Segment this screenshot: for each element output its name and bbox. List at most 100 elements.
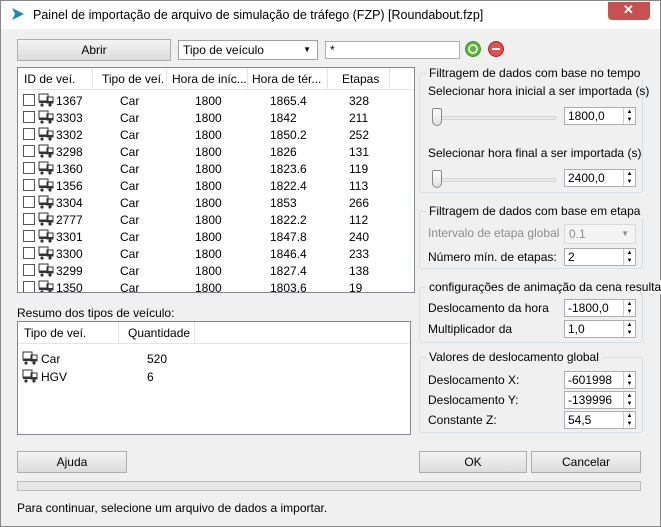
spin-arrows-icon[interactable]: ▲ ▼ (623, 412, 635, 428)
vehicle-steps: 233 (349, 247, 370, 261)
ok-button[interactable]: OK (419, 451, 527, 473)
offset-x-value: -601998 (568, 373, 613, 387)
vehicle-type: Car (120, 196, 140, 210)
spin-arrows-icon[interactable]: ▲ ▼ (623, 249, 635, 265)
multiplier-spinner[interactable]: 1,0 ▲ ▼ (564, 320, 636, 338)
summary-count: 520 (147, 352, 168, 366)
spin-arrows-icon[interactable]: ▲ ▼ (623, 300, 635, 316)
vehicle-type-selected: Tipo de veículo (183, 43, 264, 57)
row-checkbox[interactable] (23, 145, 35, 157)
column-header-steps[interactable]: Etapas (342, 72, 386, 86)
chevron-down-icon: ▼ (303, 45, 311, 54)
spin-arrows-icon[interactable]: ▲ ▼ (623, 321, 635, 337)
vehicle-end-time: 1842 (270, 111, 297, 125)
summary-header-count[interactable]: Quantidade (128, 326, 190, 340)
vehicle-start-time: 1800 (195, 179, 222, 193)
offset-x-spinner[interactable]: -601998 ▲ ▼ (564, 371, 636, 389)
summary-list[interactable]: Tipo de veí. Quantidade Car 520 HGV 6 (17, 321, 411, 435)
import-progress-bar (17, 481, 641, 491)
vehicle-id: 3304 (56, 196, 83, 210)
constant-z-spinner[interactable]: 54,5 ▲ ▼ (564, 411, 636, 429)
start-time-slider-track[interactable] (434, 116, 556, 120)
start-time-slider-thumb[interactable] (432, 108, 442, 126)
vehicle-end-time: 1846.4 (270, 247, 307, 261)
table-row[interactable]: 1360 Car 1800 1823.6 119 (18, 160, 414, 177)
vehicle-steps: 138 (349, 264, 370, 278)
vehicle-start-time: 1800 (195, 111, 222, 125)
min-steps-spinner[interactable]: 2 ▲ ▼ (564, 248, 636, 266)
offset-y-label: Deslocamento Y: (428, 393, 519, 407)
vehicle-steps: 211 (349, 111, 369, 125)
multiplier-label: Multiplicador da (428, 322, 513, 336)
column-header-start[interactable]: Hora de iníc... (172, 72, 246, 86)
time-offset-spinner[interactable]: -1800,0 ▲ ▼ (564, 299, 636, 317)
row-checkbox[interactable] (23, 247, 35, 259)
min-steps-label: Número mín. de etapas: (428, 250, 557, 264)
table-row[interactable]: 3299 Car 1800 1827.4 138 (18, 262, 414, 279)
vehicle-steps: 252 (349, 128, 370, 142)
end-time-slider-track[interactable] (434, 178, 556, 182)
vehicle-icon (38, 110, 54, 124)
remove-filter-icon[interactable] (488, 41, 504, 57)
column-header-type[interactable]: Tipo de veí. (102, 72, 168, 86)
vehicle-list[interactable]: ID de veí. Tipo de veí. Hora de iníc... … (17, 67, 415, 293)
summary-row[interactable]: HGV 6 (18, 368, 410, 385)
add-filter-icon[interactable] (465, 41, 481, 57)
offset-y-value: -139996 (568, 393, 613, 407)
vehicle-id: 3298 (56, 145, 83, 159)
row-checkbox[interactable] (23, 179, 35, 191)
row-checkbox[interactable] (23, 111, 35, 123)
table-row[interactable]: 1356 Car 1800 1822.4 113 (18, 177, 414, 194)
vehicle-type: Car (120, 162, 140, 176)
step-interval-value: 0.1 (569, 227, 586, 241)
row-checkbox[interactable] (23, 213, 35, 225)
vehicle-start-time: 1800 (195, 230, 222, 244)
vehicle-icon (38, 178, 54, 192)
filter-input[interactable]: * (325, 41, 460, 59)
table-row[interactable]: 3298 Car 1800 1826 131 (18, 143, 414, 160)
table-row[interactable]: 3301 Car 1800 1847.8 240 (18, 228, 414, 245)
table-row[interactable]: 3302 Car 1800 1850.2 252 (18, 126, 414, 143)
row-checkbox[interactable] (23, 94, 35, 106)
table-row[interactable]: 3304 Car 1800 1853 266 (18, 194, 414, 211)
row-checkbox[interactable] (23, 128, 35, 140)
summary-row[interactable]: Car 520 (18, 350, 410, 367)
start-time-spinner[interactable]: 1800,0 ▲ ▼ (564, 107, 636, 125)
column-header-id[interactable]: ID de veí. (24, 72, 88, 86)
step-interval-label: Intervalo de etapa global (428, 226, 560, 240)
table-row[interactable]: 2777 Car 1800 1822.2 112 (18, 211, 414, 228)
row-checkbox[interactable] (23, 230, 35, 242)
step-interval-dropdown[interactable]: 0.1 ▼ (564, 224, 636, 244)
vehicle-type: Car (120, 281, 140, 293)
open-button[interactable]: Abrir (17, 39, 171, 61)
spin-arrows-icon[interactable]: ▲ ▼ (623, 170, 635, 186)
column-header-end[interactable]: Hora de tér... (252, 72, 326, 86)
vehicle-end-time: 1803.6 (270, 281, 307, 293)
help-button[interactable]: Ajuda (17, 451, 127, 473)
spin-arrows-icon[interactable]: ▲ ▼ (623, 108, 635, 124)
row-checkbox[interactable] (23, 264, 35, 276)
vehicle-type: Car (120, 247, 140, 261)
row-checkbox[interactable] (23, 281, 35, 292)
table-row[interactable]: 3303 Car 1800 1842 211 (18, 109, 414, 126)
vehicle-icon (38, 144, 54, 158)
vehicle-type: Car (120, 179, 140, 193)
cancel-button[interactable]: Cancelar (531, 451, 641, 473)
vehicle-type-dropdown[interactable]: Tipo de veículo ▼ (178, 40, 318, 60)
table-row[interactable]: 1350 Car 1800 1803.6 19 (18, 279, 414, 293)
row-checkbox[interactable] (23, 162, 35, 174)
end-time-slider-thumb[interactable] (432, 170, 442, 188)
row-checkbox[interactable] (23, 196, 35, 208)
vehicle-id: 3303 (56, 111, 83, 125)
time-filter-group: Filtragem de dados com base no tempo Sel… (419, 66, 649, 193)
table-row[interactable]: 1367 Car 1800 1865.4 328 (18, 92, 414, 109)
summary-header-type[interactable]: Tipo de veí. (24, 326, 86, 340)
spin-arrows-icon[interactable]: ▲ ▼ (623, 392, 635, 408)
close-button[interactable]: ✕ (608, 2, 650, 20)
offset-x-label: Deslocamento X: (428, 373, 520, 387)
spin-arrows-icon[interactable]: ▲ ▼ (623, 372, 635, 388)
end-time-spinner[interactable]: 2400,0 ▲ ▼ (564, 169, 636, 187)
offset-y-spinner[interactable]: -139996 ▲ ▼ (564, 391, 636, 409)
table-row[interactable]: 3300 Car 1800 1846.4 233 (18, 245, 414, 262)
vehicle-type: Car (120, 264, 140, 278)
